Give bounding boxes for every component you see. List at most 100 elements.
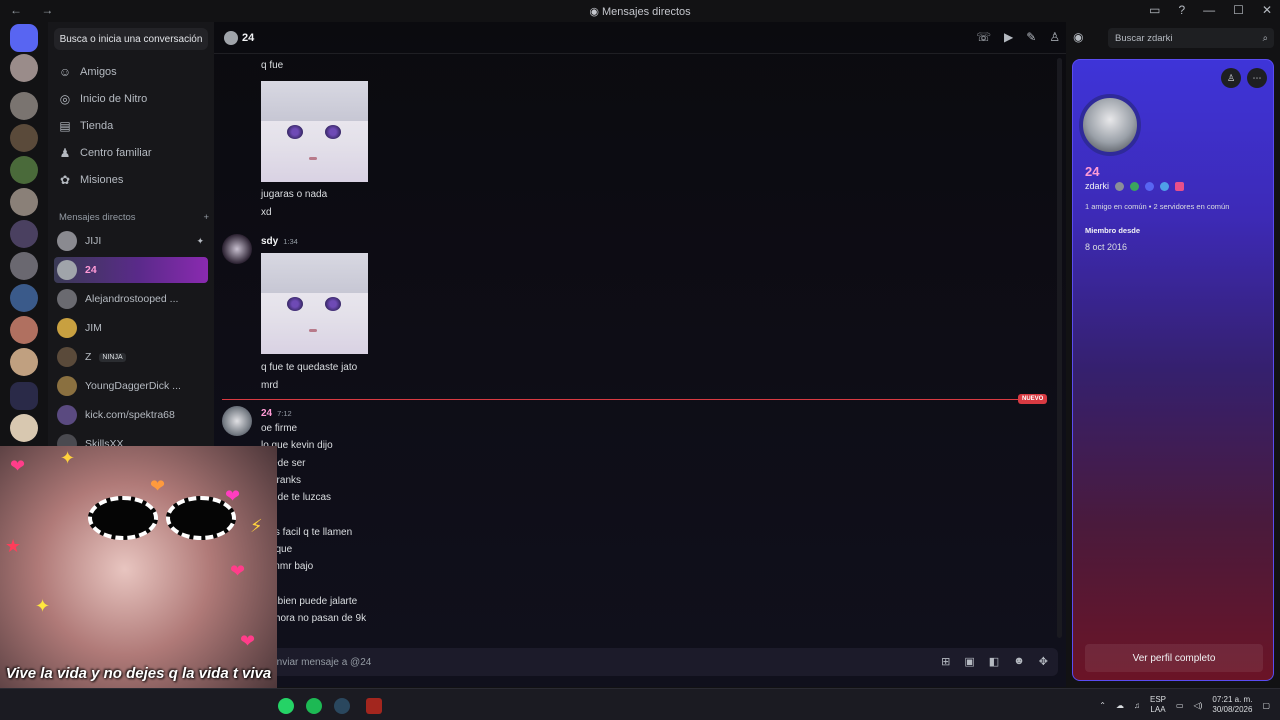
mutual-info[interactable]: 1 amigo en común • 2 servidores en común (1085, 202, 1229, 211)
window-title-text: Mensajes directos (602, 5, 691, 18)
apps-icon[interactable]: ✥ (1039, 655, 1048, 668)
volume-icon[interactable]: ◁) (1194, 701, 1203, 710)
author-name[interactable]: 24 (261, 408, 272, 419)
server-icon[interactable] (10, 316, 38, 344)
server-icon[interactable] (10, 188, 38, 216)
lens (88, 496, 158, 540)
author-name[interactable]: sdy (261, 236, 278, 247)
badge-icon[interactable] (1130, 181, 1140, 191)
whatsapp-icon[interactable] (278, 698, 294, 714)
nav-label: Misiones (80, 174, 124, 186)
server-icon[interactable] (10, 252, 38, 280)
dm-name: 24 (85, 264, 97, 276)
attached-image[interactable] (261, 253, 368, 354)
header-toolbar: ☏ ▶ ✎ ♙ ◉ (976, 30, 1084, 44)
search-input[interactable]: Buscar zdarki ⌕ (1108, 28, 1274, 48)
nav-shop[interactable]: ▤ Tienda (58, 115, 113, 137)
maximize-button[interactable]: ☐ (1233, 3, 1244, 17)
dm-item[interactable]: YoungDaggerDick ... (54, 373, 208, 399)
steam-icon[interactable] (334, 698, 350, 714)
inbox-icon[interactable]: ▭ (1149, 3, 1160, 17)
minimize-button[interactable]: — (1203, 3, 1215, 17)
more-options-icon[interactable]: ⋯ (1247, 68, 1267, 88)
badge-icon[interactable] (1145, 181, 1155, 191)
new-messages-divider (222, 399, 1042, 400)
heart-icon: ❤ (240, 631, 256, 651)
scrollbar[interactable] (1057, 58, 1062, 638)
clock[interactable]: 07:21 a. m. 30/08/2026 (1212, 695, 1252, 715)
dm-item-active[interactable]: 24 (54, 257, 208, 283)
badge-icon[interactable] (1160, 181, 1170, 191)
message-author[interactable]: sdy 1:34 (261, 236, 298, 247)
create-dm-icon[interactable]: + (203, 212, 209, 223)
dm-item[interactable]: JIJI ✦ (54, 228, 208, 254)
profile-avatar[interactable] (1079, 94, 1141, 156)
dm-item[interactable]: Alejandrostooped ... (54, 286, 208, 312)
avatar (57, 405, 77, 425)
nav-quests[interactable]: ✿ Misiones (58, 169, 123, 191)
server-icon[interactable] (10, 124, 38, 152)
gif-icon[interactable]: ▣ (964, 655, 974, 668)
server-icon[interactable] (10, 220, 38, 248)
image-eye (325, 297, 341, 311)
family-icon: ♟ (59, 146, 71, 160)
dm-item[interactable]: kick.com/spektra68 (54, 402, 208, 428)
nav-nitro[interactable]: ◎ Inicio de Nitro (58, 88, 148, 110)
folder-icon[interactable] (10, 382, 38, 410)
image-hair (261, 81, 368, 121)
server-icon[interactable] (10, 54, 38, 82)
message-author[interactable]: 24 7:12 (261, 408, 292, 419)
microphone-icon[interactable]: ♫ (1134, 701, 1140, 710)
system-tray: ⌃ ☁ ♫ ESP LAA ▭ ◁) 07:21 a. m. 30/08/2026 … (1099, 695, 1270, 715)
cloud-icon[interactable]: ☁ (1116, 701, 1124, 710)
lang-top: ESP (1149, 695, 1166, 704)
pinned-messages-icon[interactable]: ✎ (1026, 30, 1036, 44)
avatar[interactable] (222, 234, 252, 264)
attached-image[interactable] (261, 81, 368, 182)
nav-family[interactable]: ♟ Centro familiar (58, 142, 152, 164)
help-icon[interactable]: ? (1178, 3, 1185, 17)
nav-label: Amigos (80, 66, 117, 78)
notifications-icon[interactable]: ▢ (1262, 701, 1270, 710)
chat-header: 24 (214, 22, 1066, 54)
add-friend-icon[interactable]: ♙ (1221, 68, 1241, 88)
add-friends-to-dm-icon[interactable]: ♙ (1049, 30, 1060, 44)
avatar[interactable] (222, 406, 252, 436)
avatar (57, 318, 77, 338)
server-icon[interactable] (10, 284, 38, 312)
avatar (57, 347, 77, 367)
message-input[interactable]: Enviar mensaje a @24 ⊞ ▣ ◧ ☻ ✥ (222, 648, 1058, 676)
nav-label: Inicio de Nitro (80, 93, 148, 105)
close-button[interactable]: ✕ (1262, 3, 1272, 17)
view-full-profile-button[interactable]: Ver perfil completo (1085, 644, 1263, 672)
server-icon[interactable] (10, 156, 38, 184)
sunglasses-effect (88, 496, 238, 540)
network-icon[interactable]: ▭ (1176, 701, 1184, 710)
dm-item[interactable]: JIM (54, 315, 208, 341)
video-call-icon[interactable]: ▶ (1004, 30, 1013, 44)
user-profile-toggle-icon[interactable]: ◉ (1073, 30, 1083, 44)
nav-friends[interactable]: ☺ Amigos (58, 61, 117, 83)
badge-icon[interactable] (1115, 181, 1125, 191)
server-icon[interactable] (10, 414, 38, 442)
find-conversation-button[interactable]: Busca o inicia una conversación (54, 28, 208, 50)
emoji-icon[interactable]: ☻ (1013, 655, 1025, 668)
language-indicator[interactable]: ESP LAA (1150, 695, 1166, 715)
avatar (57, 289, 77, 309)
dm-item[interactable]: Z NINJA (54, 344, 208, 370)
sticker-icon[interactable]: ◧ (989, 655, 999, 668)
lightning-icon: ⚡ (250, 516, 263, 536)
lens (166, 496, 236, 540)
voice-call-icon[interactable]: ☏ (976, 30, 991, 44)
badge-icon[interactable] (1175, 181, 1185, 191)
server-icon[interactable] (10, 348, 38, 376)
nitro-icon: ◎ (59, 92, 71, 106)
home-discord-icon[interactable] (10, 24, 38, 52)
spotify-icon[interactable] (306, 698, 322, 714)
server-icon[interactable] (10, 92, 38, 120)
dota-icon[interactable] (366, 698, 382, 714)
gift-icon[interactable]: ⊞ (941, 655, 950, 668)
pin-icon[interactable]: ✦ (196, 236, 204, 247)
chevron-up-icon[interactable]: ⌃ (1099, 701, 1106, 710)
sparkle-icon: ✦ (35, 596, 51, 616)
